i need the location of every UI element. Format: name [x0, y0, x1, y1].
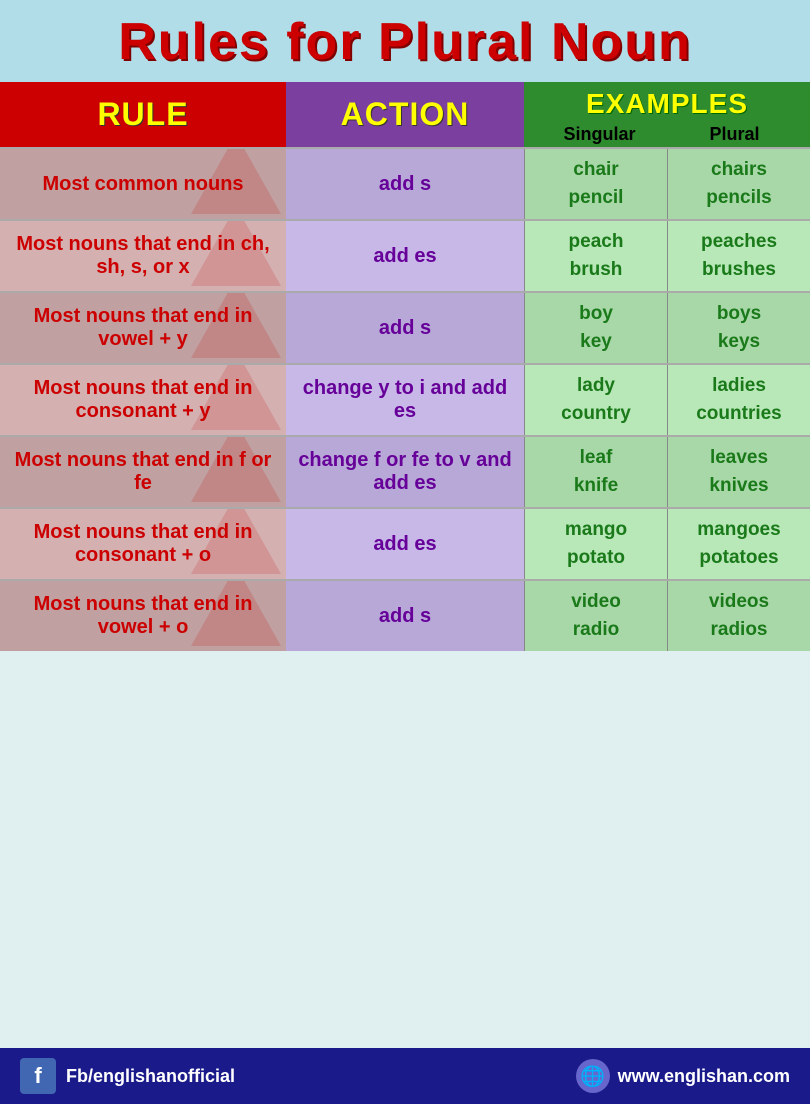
action-cell: add s [286, 581, 524, 651]
globe-icon: 🌐 [576, 1059, 610, 1093]
rule-cell: Most nouns that end in f or fe [0, 437, 286, 507]
singular-word: video [571, 591, 621, 613]
rule-text: Most nouns that end in consonant + o [8, 521, 278, 567]
page-title: Rules for Plural Noun [0, 12, 810, 72]
plural-word: radios [710, 619, 767, 641]
table-row: Most nouns that end in f or fe change f … [0, 435, 810, 507]
plural-rules-table: RULE ACTION EXAMPLES Singular Plural Mos… [0, 82, 810, 1048]
rule-text: Most nouns that end in vowel + y [8, 305, 278, 351]
plural-cell: boys keys [667, 293, 810, 363]
plural-word: ladies [712, 375, 766, 397]
action-cell: change f or fe to v and add es [286, 437, 524, 507]
footer-facebook: f Fb/englishanofficial [20, 1058, 235, 1094]
plural-subheader: Plural [667, 124, 802, 145]
examples-column-header: EXAMPLES Singular Plural [524, 82, 810, 147]
singular-cell: peach brush [524, 221, 667, 291]
singular-cell: boy key [524, 293, 667, 363]
rule-cell: Most nouns that end in consonant + y [0, 365, 286, 435]
singular-word: knife [574, 475, 618, 497]
rule-text: Most nouns that end in f or fe [8, 449, 278, 495]
singular-cell: lady country [524, 365, 667, 435]
table-row: Most nouns that end in consonant + y cha… [0, 363, 810, 435]
plural-cell: videos radios [667, 581, 810, 651]
action-cell: add s [286, 149, 524, 219]
rule-text: Most nouns that end in consonant + y [8, 377, 278, 423]
table-row: Most nouns that end in vowel + y add s b… [0, 291, 810, 363]
action-column-header: ACTION [286, 82, 524, 147]
plural-word: countries [696, 403, 782, 425]
singular-word: leaf [580, 447, 613, 469]
plural-cell: ladies countries [667, 365, 810, 435]
plural-word: brushes [702, 259, 776, 281]
action-text: add es [373, 533, 436, 556]
page-header: Rules for Plural Noun [0, 0, 810, 82]
rule-column-header: RULE [0, 82, 286, 147]
action-header-label: ACTION [341, 96, 470, 133]
rule-cell: Most nouns that end in vowel + o [0, 581, 286, 651]
singular-word: potato [567, 547, 625, 569]
action-text: change y to i and add es [294, 377, 516, 423]
plural-word: potatoes [699, 547, 778, 569]
plural-word: pencils [706, 187, 771, 209]
action-cell: add es [286, 221, 524, 291]
singular-word: radio [573, 619, 619, 641]
examples-subheaders: Singular Plural [532, 124, 802, 145]
plural-cell: leaves knives [667, 437, 810, 507]
table-header-row: RULE ACTION EXAMPLES Singular Plural [0, 82, 810, 147]
website-label: www.englishan.com [618, 1066, 790, 1087]
singular-word: country [561, 403, 631, 425]
singular-cell: video radio [524, 581, 667, 651]
table-row: Most nouns that end in ch, sh, s, or x a… [0, 219, 810, 291]
singular-cell: chair pencil [524, 149, 667, 219]
plural-cell: chairs pencils [667, 149, 810, 219]
singular-word: brush [570, 259, 623, 281]
action-text: add s [379, 605, 431, 628]
singular-word: key [580, 331, 612, 353]
rule-cell: Most nouns that end in consonant + o [0, 509, 286, 579]
action-text: change f or fe to v and add es [294, 449, 516, 495]
singular-word: boy [579, 303, 613, 325]
facebook-icon: f [20, 1058, 56, 1094]
rule-cell: Most common nouns [0, 149, 286, 219]
rule-text: Most nouns that end in vowel + o [8, 593, 278, 639]
plural-word: knives [709, 475, 768, 497]
singular-cell: leaf knife [524, 437, 667, 507]
examples-header-label: EXAMPLES [586, 88, 748, 120]
action-cell: change y to i and add es [286, 365, 524, 435]
plural-word: keys [718, 331, 760, 353]
plural-word: boys [717, 303, 761, 325]
table-body: Most common nouns add s chair pencil chai… [0, 147, 810, 651]
plural-word: leaves [710, 447, 768, 469]
rule-header-label: RULE [97, 96, 188, 133]
table-row: Most nouns that end in consonant + o add… [0, 507, 810, 579]
plural-word: chairs [711, 159, 767, 181]
action-text: add s [379, 317, 431, 340]
singular-word: chair [573, 159, 618, 181]
singular-cell: mango potato [524, 509, 667, 579]
action-cell: add es [286, 509, 524, 579]
plural-word: mangoes [697, 519, 780, 541]
plural-word: videos [709, 591, 769, 613]
rule-text: Most nouns that end in ch, sh, s, or x [8, 233, 278, 279]
singular-word: peach [569, 231, 624, 253]
singular-word: mango [565, 519, 627, 541]
plural-cell: mangoes potatoes [667, 509, 810, 579]
plural-word: peaches [701, 231, 777, 253]
action-text: add es [373, 245, 436, 268]
table-row: Most nouns that end in vowel + o add s v… [0, 579, 810, 651]
rule-text: Most common nouns [42, 173, 243, 196]
singular-subheader: Singular [532, 124, 667, 145]
singular-word: lady [577, 375, 615, 397]
singular-word: pencil [569, 187, 624, 209]
action-text: add s [379, 173, 431, 196]
action-cell: add s [286, 293, 524, 363]
table-row: Most common nouns add s chair pencil chai… [0, 147, 810, 219]
rule-cell: Most nouns that end in vowel + y [0, 293, 286, 363]
rule-cell: Most nouns that end in ch, sh, s, or x [0, 221, 286, 291]
page-footer: f Fb/englishanofficial 🌐 www.englishan.c… [0, 1048, 810, 1104]
plural-cell: peaches brushes [667, 221, 810, 291]
facebook-label: Fb/englishanofficial [66, 1066, 235, 1087]
footer-website: 🌐 www.englishan.com [576, 1059, 790, 1093]
